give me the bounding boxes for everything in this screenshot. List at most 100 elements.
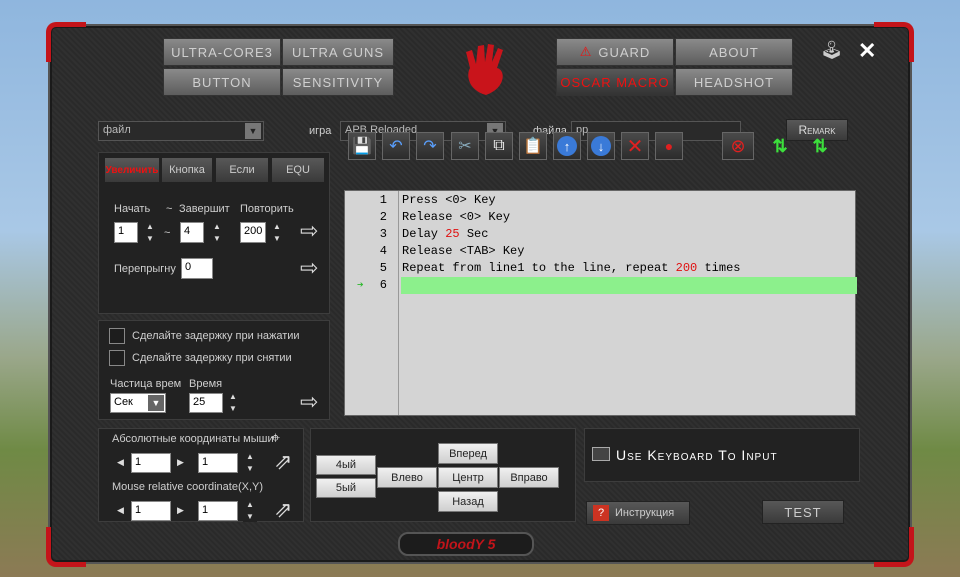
insert-abs-arrow-icon[interactable]: ⇗ <box>274 451 292 473</box>
delete-icon[interactable]: ✕ <box>621 132 649 160</box>
line-number: 2 <box>379 210 387 224</box>
bloody-hand-logo <box>450 38 522 102</box>
corner-decoration <box>46 22 86 62</box>
rel-y-input[interactable]: 1 <box>198 501 238 521</box>
repeat-count-input[interactable]: 200 <box>240 222 266 243</box>
crosshair-icon[interactable]: ⌖ <box>271 430 280 448</box>
bloody-logo: bloodY 5 <box>398 532 534 556</box>
line-text: Release <0> Key <box>402 210 511 224</box>
line-text: Press <0> Key <box>402 193 496 207</box>
tab-increase[interactable]: Увеличить <box>104 157 160 183</box>
tab-oscar-macro[interactable]: Oscar Macro <box>556 68 674 96</box>
time-stepper[interactable]: ▲ ▼ <box>226 392 240 414</box>
stop-record-icon[interactable]: ⊗ <box>722 132 754 160</box>
move-up-icon[interactable]: ↑ <box>553 132 581 160</box>
start-label: Начать <box>114 203 151 215</box>
mouse-back-button[interactable]: Назад <box>438 491 498 512</box>
end-line-stepper[interactable]: ▲ ▼ <box>210 222 224 244</box>
time-unit-select[interactable]: Сек ▼ <box>110 393 166 413</box>
macro-script-editor[interactable]: 1 Press <0> Key 2 Release <0> Key 3 Dela… <box>344 190 857 416</box>
rel-x-right-icon[interactable]: ▶ <box>177 505 184 516</box>
mouse-center-button[interactable]: Центр <box>438 467 498 488</box>
tab-button[interactable]: Button <box>163 68 281 96</box>
mouse-button-4[interactable]: 4ый <box>316 455 376 475</box>
script-line-active[interactable]: ➔ 6 <box>345 277 857 295</box>
tab-about[interactable]: About <box>675 38 793 66</box>
use-keyboard-label[interactable]: Use Keyboard To Input <box>616 447 778 463</box>
line-number: 3 <box>379 227 387 241</box>
move-down-icon[interactable]: ↓ <box>587 132 615 160</box>
abs-x-right-icon[interactable]: ▶ <box>177 457 184 468</box>
delay-press-checkbox[interactable] <box>109 328 125 344</box>
mouse-button-5[interactable]: 5ый <box>316 478 376 498</box>
script-line[interactable]: 2 Release <0> Key <box>345 210 855 227</box>
save-icon[interactable]: 💾 <box>348 132 376 160</box>
repeat-count-stepper[interactable]: ▲ ▼ <box>270 222 284 244</box>
script-line[interactable]: 1 Press <0> Key <box>345 193 855 210</box>
start-line-input[interactable]: 1 <box>114 222 138 243</box>
joystick-icon[interactable]: 🕹 <box>820 40 843 61</box>
test-button[interactable]: TEST <box>762 500 844 524</box>
file-dropdown[interactable]: файл ▼ <box>98 121 264 141</box>
repeat-label: Повторить <box>240 203 294 215</box>
script-line[interactable]: 3 Delay 25 Sec <box>345 227 855 244</box>
line-highlight <box>401 277 857 294</box>
tab-guard[interactable]: ⚠ Guard <box>556 38 674 66</box>
abs-coord-label: Абсолютные координаты мыши <box>112 433 274 445</box>
instructions-button[interactable]: ? Инструкция <box>586 501 690 525</box>
record-icon[interactable]: ● <box>655 132 683 160</box>
close-icon[interactable]: ✕ <box>858 38 876 64</box>
mouse-left-button[interactable]: Влево <box>377 467 437 488</box>
line-text-post: times <box>697 261 741 275</box>
tab-if[interactable]: Если <box>215 157 269 183</box>
delay-release-checkbox[interactable] <box>109 350 125 366</box>
insert-jump-arrow-icon[interactable]: ⇨ <box>300 257 318 279</box>
import-icon[interactable]: ⇅ <box>764 132 796 160</box>
rel-y-stepper[interactable]: ▲ ▼ <box>243 500 257 522</box>
abs-y-input[interactable]: 1 <box>198 453 238 473</box>
end-label: Завершит <box>179 203 230 215</box>
undo-icon[interactable]: ↶ <box>382 132 410 160</box>
game-label: игра <box>309 125 332 137</box>
copy-icon[interactable]: ⧉ <box>485 132 513 160</box>
tab-headshot[interactable]: Headshot <box>675 68 793 96</box>
script-line[interactable]: 4 Release <TAB> Key <box>345 244 855 261</box>
cut-icon[interactable]: ✂ <box>451 132 479 160</box>
mouse-forward-button[interactable]: Вперед <box>438 443 498 464</box>
tab-sensitivity[interactable]: Sensitivity <box>282 68 394 96</box>
start-line-stepper[interactable]: ▲ ▼ <box>143 222 157 244</box>
help-icon: ? <box>593 505 609 521</box>
tab-ultra-core3[interactable]: Ultra-Core3 <box>163 38 281 66</box>
tilde-separator: ~ <box>164 227 171 239</box>
jump-label: Перепрыгну <box>114 263 176 275</box>
tab-ultra-guns[interactable]: Ultra Guns <box>282 38 394 66</box>
mouse-right-button[interactable]: Вправо <box>499 467 559 488</box>
paste-icon[interactable]: 📋 <box>519 132 547 160</box>
line-number: 1 <box>379 193 387 207</box>
redo-icon[interactable]: ↷ <box>416 132 444 160</box>
tab-equ[interactable]: EQU <box>271 157 325 183</box>
time-unit-value: Сек <box>114 396 133 408</box>
line-number: 6 <box>379 278 387 292</box>
line-text: Release <TAB> Key <box>402 244 525 258</box>
line-text: Repeat from line1 to the line, repeat 20… <box>402 261 740 275</box>
corner-decoration <box>874 527 914 567</box>
insert-rel-arrow-icon[interactable]: ⇗ <box>274 499 292 521</box>
repeat-value: 200 <box>675 261 698 275</box>
insert-delay-arrow-icon[interactable]: ⇨ <box>300 391 318 413</box>
abs-x-left-icon[interactable]: ◀ <box>117 457 124 468</box>
end-line-input[interactable]: 4 <box>180 222 204 243</box>
keyboard-icon[interactable] <box>592 447 610 461</box>
rel-x-left-icon[interactable]: ◀ <box>117 505 124 516</box>
time-unit-label: Частица врем <box>110 378 182 390</box>
export-icon[interactable]: ⇅ <box>804 132 836 160</box>
abs-x-input[interactable]: 1 <box>131 453 171 473</box>
tab-key[interactable]: Кнопка <box>161 157 213 183</box>
rel-x-input[interactable]: 1 <box>131 501 171 521</box>
script-line[interactable]: 5 Repeat from line1 to the line, repeat … <box>345 261 855 278</box>
abs-y-stepper[interactable]: ▲ ▼ <box>243 452 257 474</box>
jump-input[interactable]: 0 <box>181 258 213 279</box>
insert-loop-arrow-icon[interactable]: ⇨ <box>300 220 318 242</box>
rel-coord-label: Mouse relative coordinate(X,Y) <box>112 481 264 493</box>
time-input[interactable]: 25 <box>189 393 223 413</box>
